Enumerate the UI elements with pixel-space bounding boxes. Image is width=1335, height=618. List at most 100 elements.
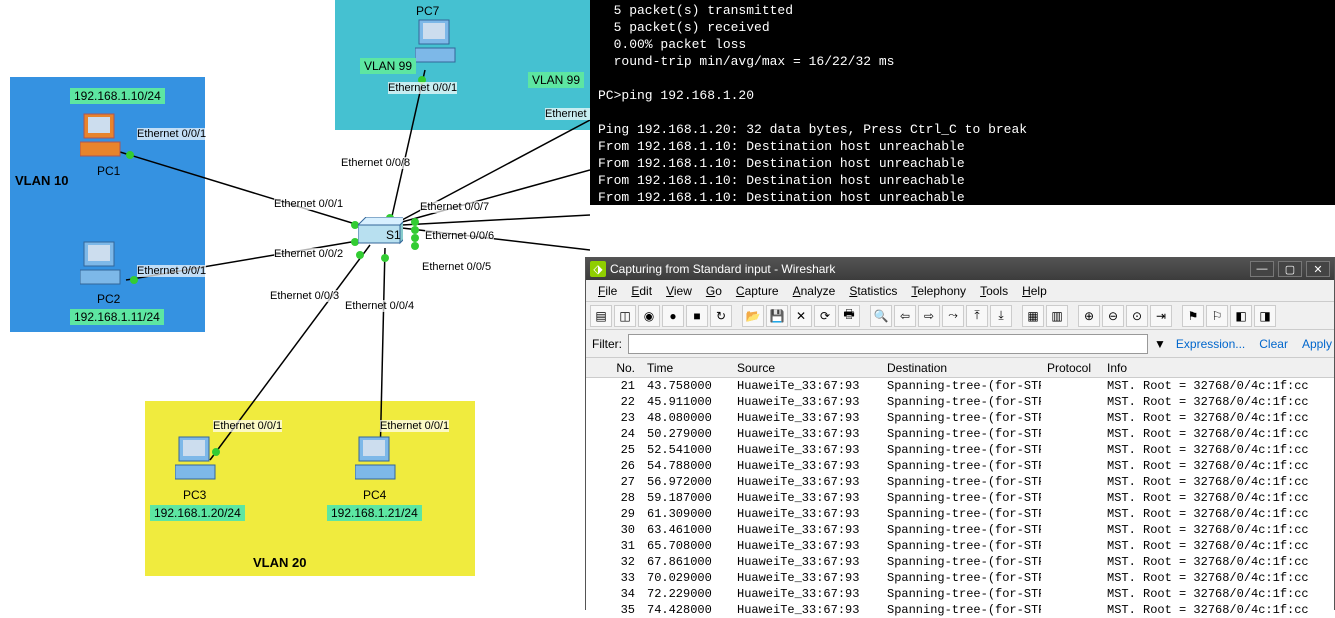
- packet-row[interactable]: 2245.911000HuaweiTe_33:67:93Spanning-tre…: [586, 394, 1334, 410]
- pc1-ip: 192.168.1.10/24: [70, 88, 165, 104]
- menu-statistics[interactable]: Statistics: [843, 282, 903, 300]
- forward-icon[interactable]: ⇨: [918, 305, 940, 327]
- menu-tools[interactable]: Tools: [974, 282, 1014, 300]
- preferences-icon[interactable]: ◨: [1254, 305, 1276, 327]
- go-first-icon[interactable]: ⤒: [966, 305, 988, 327]
- s1-e007: Ethernet 0/0/7: [420, 201, 489, 213]
- s1-e005: Ethernet 0/0/5: [422, 261, 491, 273]
- display-filters-icon[interactable]: ⚐: [1206, 305, 1228, 327]
- packet-row[interactable]: 2348.080000HuaweiTe_33:67:93Spanning-tre…: [586, 410, 1334, 426]
- packet-row[interactable]: 3165.708000HuaweiTe_33:67:93Spanning-tre…: [586, 538, 1334, 554]
- apply-button[interactable]: Apply: [1298, 337, 1335, 351]
- stop-capture-icon[interactable]: ■: [686, 305, 708, 327]
- packet-row[interactable]: 3574.428000HuaweiTe_33:67:93Spanning-tre…: [586, 602, 1334, 618]
- pc7-port: Ethernet 0/0/1: [388, 82, 457, 94]
- interfaces-icon[interactable]: ◫: [614, 305, 636, 327]
- filter-label: Filter:: [592, 337, 622, 351]
- pc2-port: Ethernet 0/0/1: [137, 265, 206, 277]
- zoom-in-icon[interactable]: ⊕: [1078, 305, 1100, 327]
- close-button[interactable]: ✕: [1306, 261, 1330, 277]
- pc2-ip: 192.168.1.11/24: [70, 309, 164, 325]
- filter-dropdown[interactable]: ▼: [1154, 337, 1166, 351]
- open-icon[interactable]: 📂: [742, 305, 764, 327]
- colorize-icon[interactable]: ▦: [1022, 305, 1044, 327]
- packet-row[interactable]: 2143.758000HuaweiTe_33:67:93Spanning-tre…: [586, 378, 1334, 394]
- menu-analyze[interactable]: Analyze: [787, 282, 842, 300]
- pc4-icon[interactable]: [355, 435, 405, 483]
- switch-name: S1: [386, 228, 401, 242]
- menu-help[interactable]: Help: [1016, 282, 1053, 300]
- vlan99-label2: VLAN 99: [528, 72, 584, 88]
- zoom-reset-icon[interactable]: ⊙: [1126, 305, 1148, 327]
- packet-row[interactable]: 2961.309000HuaweiTe_33:67:93Spanning-tre…: [586, 506, 1334, 522]
- pc3-icon[interactable]: [175, 435, 225, 483]
- menu-telephony[interactable]: Telephony: [905, 282, 972, 300]
- col-time[interactable]: Time: [641, 360, 731, 376]
- pc3-port: Ethernet 0/0/1: [213, 420, 282, 432]
- capture-filters-icon[interactable]: ⚑: [1182, 305, 1204, 327]
- s1-ether-r: Ethernet (: [545, 108, 593, 120]
- auto-scroll-icon[interactable]: ▥: [1046, 305, 1068, 327]
- packet-row[interactable]: 3267.861000HuaweiTe_33:67:93Spanning-tre…: [586, 554, 1334, 570]
- s1-e003: Ethernet 0/0/3: [270, 290, 339, 302]
- zoom-out-icon[interactable]: ⊖: [1102, 305, 1124, 327]
- menu-capture[interactable]: Capture: [730, 282, 785, 300]
- options-icon[interactable]: ◉: [638, 305, 660, 327]
- find-icon[interactable]: 🔍: [870, 305, 892, 327]
- col-destination[interactable]: Destination: [881, 360, 1041, 376]
- menu-view[interactable]: View: [660, 282, 698, 300]
- pc2-icon[interactable]: [80, 240, 130, 288]
- wireshark-window[interactable]: ⬗ Capturing from Standard input - Wiresh…: [585, 257, 1335, 610]
- print-icon[interactable]: 🖶: [838, 305, 860, 327]
- col-source[interactable]: Source: [731, 360, 881, 376]
- col-no[interactable]: No.: [586, 360, 641, 376]
- wireshark-filterbar: Filter: ▼ Expression... Clear Apply: [586, 330, 1334, 358]
- save-icon[interactable]: 💾: [766, 305, 788, 327]
- pc1-name: PC1: [97, 164, 120, 178]
- packet-list[interactable]: No. Time Source Destination Protocol Inf…: [586, 358, 1334, 618]
- packet-row[interactable]: 3370.029000HuaweiTe_33:67:93Spanning-tre…: [586, 570, 1334, 586]
- packet-row[interactable]: 2552.541000HuaweiTe_33:67:93Spanning-tre…: [586, 442, 1334, 458]
- pc1-icon[interactable]: [80, 112, 130, 160]
- pc7-icon[interactable]: [415, 18, 465, 66]
- packet-row[interactable]: 2654.788000HuaweiTe_33:67:93Spanning-tre…: [586, 458, 1334, 474]
- packet-row[interactable]: 2859.187000HuaweiTe_33:67:93Spanning-tre…: [586, 490, 1334, 506]
- topology-canvas[interactable]: VLAN 10 VLAN 20 VLAN 99 VLAN 99 192.168.…: [0, 0, 590, 610]
- filter-input[interactable]: [628, 334, 1148, 354]
- wireshark-toolbar: ▤◫◉●■↻ 📂💾✕⟳🖶 🔍⇦⇨⤳⤒⤓ ▦▥ ⊕⊖⊙⇥ ⚑⚐◧◨: [586, 302, 1334, 330]
- terminal-output[interactable]: 5 packet(s) transmitted 5 packet(s) rece…: [590, 0, 1335, 205]
- menu-edit[interactable]: Edit: [625, 282, 658, 300]
- resize-cols-icon[interactable]: ⇥: [1150, 305, 1172, 327]
- pc3-name: PC3: [183, 488, 206, 502]
- packet-row[interactable]: 3063.461000HuaweiTe_33:67:93Spanning-tre…: [586, 522, 1334, 538]
- col-protocol[interactable]: Protocol: [1041, 360, 1101, 376]
- start-capture-icon[interactable]: ●: [662, 305, 684, 327]
- menu-go[interactable]: Go: [700, 282, 728, 300]
- clear-button[interactable]: Clear: [1255, 337, 1292, 351]
- expression-button[interactable]: Expression...: [1172, 337, 1249, 351]
- pc4-ip: 192.168.1.21/24: [327, 505, 422, 521]
- packet-row[interactable]: 2756.972000HuaweiTe_33:67:93Spanning-tre…: [586, 474, 1334, 490]
- packet-row[interactable]: 2450.279000HuaweiTe_33:67:93Spanning-tre…: [586, 426, 1334, 442]
- minimize-button[interactable]: —: [1250, 261, 1274, 277]
- close-icon[interactable]: ✕: [790, 305, 812, 327]
- s1-e006: Ethernet 0/0/6: [425, 230, 494, 242]
- back-icon[interactable]: ⇦: [894, 305, 916, 327]
- vlan99-label: VLAN 99: [360, 58, 416, 74]
- maximize-button[interactable]: ▢: [1278, 261, 1302, 277]
- restart-capture-icon[interactable]: ↻: [710, 305, 732, 327]
- s1-e002: Ethernet 0/0/2: [274, 248, 343, 260]
- col-info[interactable]: Info: [1101, 360, 1334, 376]
- go-last-icon[interactable]: ⤓: [990, 305, 1012, 327]
- jump-icon[interactable]: ⤳: [942, 305, 964, 327]
- list-icon[interactable]: ▤: [590, 305, 612, 327]
- s1-e004: Ethernet 0/0/4: [345, 300, 414, 312]
- wireshark-menubar: FileEditViewGoCaptureAnalyzeStatisticsTe…: [586, 280, 1334, 302]
- coloring-rules-icon[interactable]: ◧: [1230, 305, 1252, 327]
- packet-list-header[interactable]: No. Time Source Destination Protocol Inf…: [586, 358, 1334, 378]
- reload-icon[interactable]: ⟳: [814, 305, 836, 327]
- s1-e001: Ethernet 0/0/1: [274, 198, 343, 210]
- packet-row[interactable]: 3472.229000HuaweiTe_33:67:93Spanning-tre…: [586, 586, 1334, 602]
- wireshark-titlebar[interactable]: ⬗ Capturing from Standard input - Wiresh…: [586, 258, 1334, 280]
- menu-file[interactable]: File: [592, 282, 623, 300]
